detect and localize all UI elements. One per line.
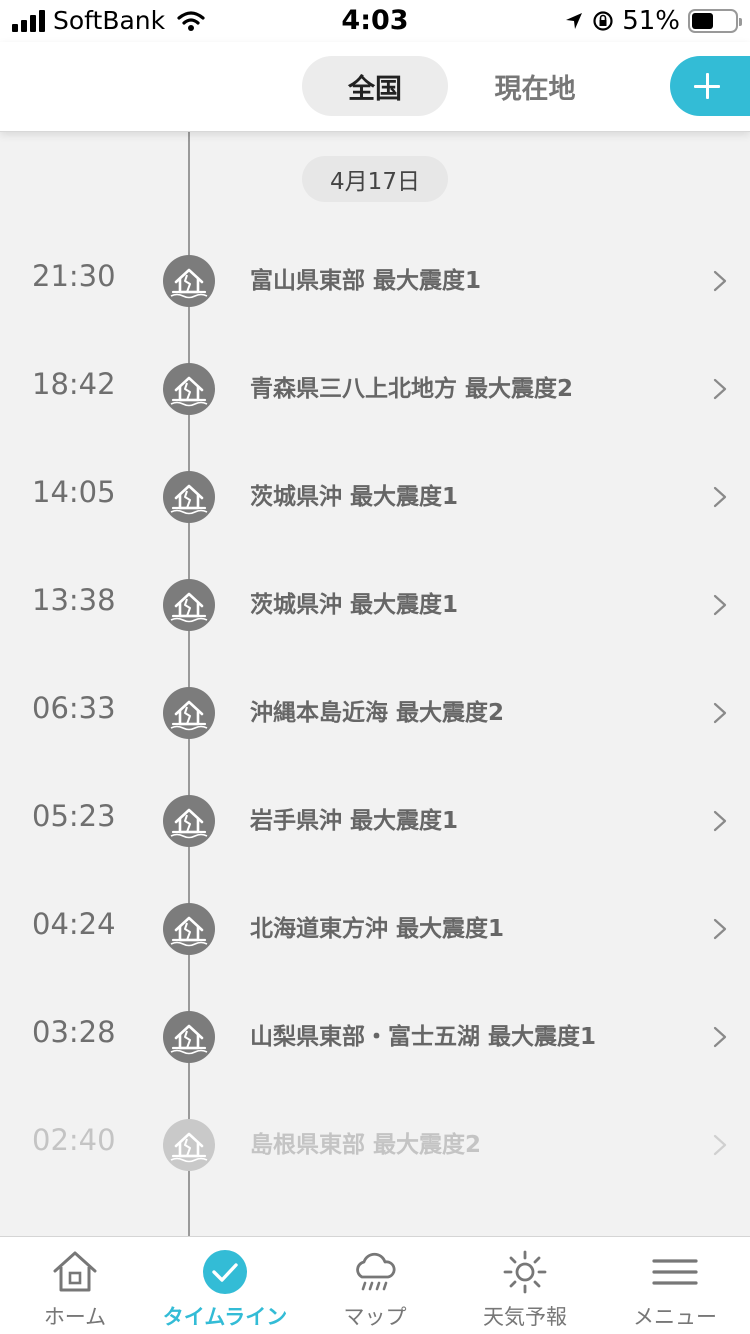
rain-cloud-icon	[356, 1252, 396, 1291]
tab-nationwide[interactable]: 全国	[302, 56, 448, 116]
quake-label: 富山県東部 最大震度1	[250, 268, 482, 294]
quake-time: 04:24	[32, 907, 116, 941]
quake-label: 北海道東方沖 最大震度1	[250, 916, 505, 942]
chevron-right-icon	[713, 1026, 727, 1048]
battery-icon	[688, 9, 742, 33]
timeline-row-2[interactable]: 18:42 青森県三八上北地方 最大震度2	[0, 349, 750, 429]
earthquake-icon	[163, 579, 215, 631]
battery-fill	[692, 13, 714, 29]
home-icon	[53, 1251, 97, 1292]
quake-time: 06:33	[32, 691, 116, 725]
check-circle-icon	[203, 1250, 247, 1294]
menu-icon	[652, 1259, 698, 1285]
quake-time: 03:28	[32, 1015, 116, 1049]
date-label: 4月17日	[330, 169, 420, 195]
quake-label: 沖縄本島近海 最大震度2	[250, 700, 505, 726]
earthquake-icon	[163, 795, 215, 847]
status-bar: SoftBank 4:03 51%	[0, 0, 750, 42]
add-location-button[interactable]	[670, 56, 750, 116]
earthquake-icon	[163, 1119, 215, 1171]
nav-map-label: マップ	[343, 1305, 407, 1329]
signal-icon	[12, 9, 45, 32]
nav-menu-label: メニュー	[633, 1305, 717, 1329]
timeline-row-5[interactable]: 06:33 沖縄本島近海 最大震度2	[0, 673, 750, 753]
timeline-row-9[interactable]: 02:40 島根県東部 最大震度2	[0, 1105, 750, 1185]
quake-label: 島根県東部 最大震度2	[250, 1132, 482, 1158]
carrier-name: SoftBank	[53, 6, 166, 35]
chevron-right-icon	[713, 1134, 727, 1156]
quake-label: 岩手県沖 最大震度1	[250, 808, 459, 834]
status-left: SoftBank	[12, 6, 205, 35]
rotation-lock-icon	[593, 11, 613, 31]
earthquake-icon	[163, 903, 215, 955]
nav-menu[interactable]: メニュー	[600, 1237, 750, 1334]
quake-label: 茨城県沖 最大震度1	[250, 484, 459, 510]
header: 全国 現在地	[0, 42, 750, 132]
timeline-row-3[interactable]: 14:05 茨城県沖 最大震度1	[0, 457, 750, 537]
chevron-right-icon	[713, 702, 727, 724]
tab-nationwide-label: 全国	[348, 73, 402, 105]
nav-home-label: ホーム	[43, 1305, 107, 1329]
battery-percent: 51%	[622, 6, 680, 36]
quake-time: 21:30	[32, 259, 116, 293]
nav-weather[interactable]: 天気予報	[450, 1237, 600, 1334]
nav-timeline-label: タイムライン	[162, 1305, 288, 1329]
earthquake-icon	[163, 687, 215, 739]
chevron-right-icon	[713, 486, 727, 508]
earthquake-icon	[163, 363, 215, 415]
timeline-row-8[interactable]: 03:28 山梨県東部・富士五湖 最大震度1	[0, 997, 750, 1077]
chevron-right-icon	[713, 810, 727, 832]
nav-map[interactable]: マップ	[300, 1237, 450, 1334]
quake-label: 茨城県沖 最大震度1	[250, 592, 459, 618]
earthquake-icon	[163, 255, 215, 307]
date-header: 4月17日	[302, 156, 448, 202]
earthquake-icon	[163, 471, 215, 523]
quake-time: 13:38	[32, 583, 116, 617]
location-arrow-icon	[566, 13, 583, 29]
chevron-right-icon	[713, 270, 727, 292]
chevron-right-icon	[713, 918, 727, 940]
chevron-right-icon	[713, 378, 727, 400]
tab-current-location[interactable]: 現在地	[462, 56, 608, 116]
timeline-row-1[interactable]: 21:30 富山県東部 最大震度1	[0, 241, 750, 321]
timeline-row-7[interactable]: 04:24 北海道東方沖 最大震度1	[0, 889, 750, 969]
sun-icon	[503, 1250, 547, 1294]
plus-icon	[692, 71, 722, 101]
nav-weather-label: 天気予報	[483, 1305, 567, 1329]
status-right: 51%	[564, 6, 742, 36]
nav-timeline[interactable]: タイムライン	[150, 1237, 300, 1334]
wifi-icon	[177, 10, 205, 31]
earthquake-icon	[163, 1011, 215, 1063]
bottom-nav: ホーム タイムライン マップ 天気予報 メニュー	[0, 1236, 750, 1334]
quake-label: 青森県三八上北地方 最大震度2	[250, 376, 574, 402]
chevron-right-icon	[713, 594, 727, 616]
timeline-row-6[interactable]: 05:23 岩手県沖 最大震度1	[0, 781, 750, 861]
timeline-row-4[interactable]: 13:38 茨城県沖 最大震度1	[0, 565, 750, 645]
quake-time: 14:05	[32, 475, 116, 509]
nav-home[interactable]: ホーム	[0, 1237, 150, 1334]
quake-label: 山梨県東部・富士五湖 最大震度1	[250, 1024, 597, 1050]
tab-current-location-label: 現在地	[494, 73, 576, 105]
quake-time: 05:23	[32, 799, 116, 833]
quake-time: 02:40	[32, 1123, 116, 1157]
quake-time: 18:42	[32, 367, 116, 401]
